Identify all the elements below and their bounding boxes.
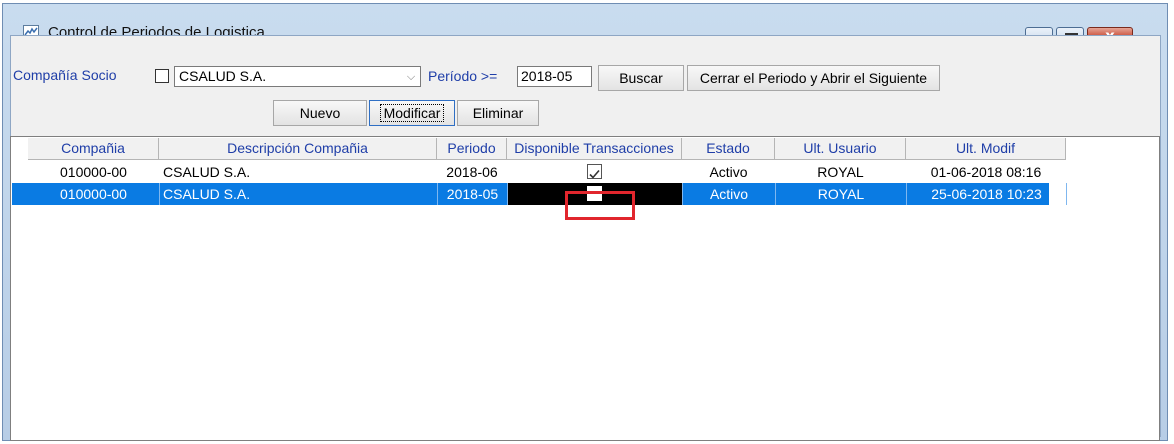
column-header-descripcion[interactable]: Descripción Compañia <box>159 138 437 160</box>
cell-estado: Activo <box>683 183 776 205</box>
chevron-down-icon[interactable]: ⌵ <box>402 67 420 86</box>
cell-compania: 010000-00 <box>28 183 160 205</box>
table-row[interactable]: 010000-00 CSALUD S.A. 2018-06 Activo ROY… <box>12 161 1158 183</box>
column-header-estado[interactable]: Estado <box>682 138 775 160</box>
cell-descripcion: CSALUD S.A. <box>160 183 438 205</box>
periodo-label: Período >= <box>428 68 498 84</box>
column-header-modif[interactable]: Ult. Modif <box>906 138 1066 160</box>
column-header-periodo[interactable]: Periodo <box>437 138 507 160</box>
compania-socio-label: Compañía Socio <box>13 67 117 83</box>
table-row-selected[interactable]: 010000-00 CSALUD S.A. 2018-05 Activo ROY… <box>12 183 1067 205</box>
compania-socio-checkbox[interactable] <box>155 69 169 83</box>
periodo-input[interactable]: 2018-05 <box>517 66 592 87</box>
checkmark-icon <box>589 169 600 179</box>
cell-descripcion: CSALUD S.A. <box>163 164 251 180</box>
cell-modif: 25-06-2018 10:23 <box>907 183 1067 205</box>
modificar-button[interactable]: Modificar <box>369 100 455 126</box>
compania-socio-value: CSALUD S.A. <box>179 68 267 84</box>
highlight-annotation <box>565 191 635 220</box>
cell-compania: 010000-00 <box>60 164 127 180</box>
buscar-button[interactable]: Buscar <box>598 65 684 91</box>
cell-estado: Activo <box>709 164 748 180</box>
cell-periodo: 2018-06 <box>446 164 498 180</box>
compania-socio-combo[interactable]: CSALUD S.A. ⌵ <box>174 66 421 87</box>
cell-usuario: ROYAL <box>817 164 864 180</box>
cell-modif: 01-06-2018 08:16 <box>930 164 1042 180</box>
cell-periodo: 2018-05 <box>438 183 508 205</box>
eliminar-button[interactable]: Eliminar <box>457 100 539 126</box>
column-header-compania[interactable]: Compañia <box>28 138 159 160</box>
cell-usuario: ROYAL <box>776 183 907 205</box>
disponible-checkbox[interactable] <box>587 164 602 179</box>
modificar-label: Modificar <box>379 104 445 122</box>
app-window: Control de Periodos de Logistica x Compa… <box>2 3 1168 441</box>
cell-disponible[interactable] <box>507 161 682 183</box>
cerrar-periodo-button[interactable]: Cerrar el Periodo y Abrir el Siguiente <box>687 65 940 91</box>
periods-grid[interactable]: Compañia Descripción Compañia Periodo Di… <box>10 136 1160 441</box>
column-header-disponible[interactable]: Disponible Transacciones <box>507 138 682 160</box>
nuevo-button[interactable]: Nuevo <box>273 100 367 126</box>
column-header-usuario[interactable]: Ult. Usuario <box>775 138 906 160</box>
